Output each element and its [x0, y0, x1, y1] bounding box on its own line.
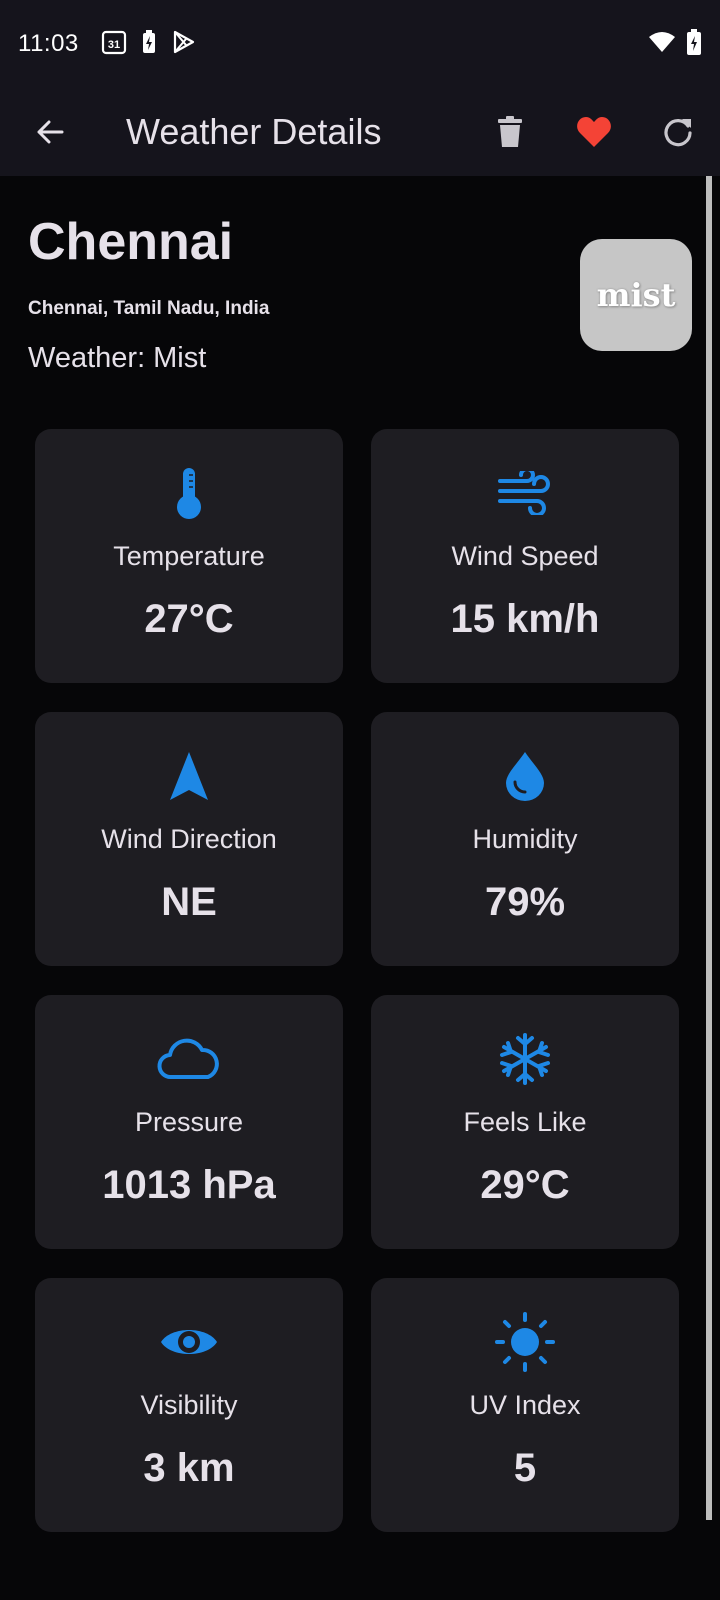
city-name: Chennai — [28, 213, 234, 271]
wind-direction-card: Wind Direction NE — [35, 712, 343, 966]
humidity-card: Humidity 79% — [371, 712, 679, 966]
feels-like-card: Feels Like 29°C — [371, 995, 679, 1249]
wind-speed-card: Wind Speed 15 km/h — [371, 429, 679, 683]
back-button[interactable] — [28, 110, 72, 154]
card-value: 5 — [513, 1446, 537, 1490]
cloud-icon — [35, 1029, 343, 1089]
wifi-icon — [648, 30, 676, 59]
card-value: 1013 hPa — [102, 1163, 276, 1207]
card-value: 29°C — [480, 1163, 570, 1207]
refresh-button[interactable] — [654, 108, 702, 156]
weather-details-content[interactable]: Chennai Chennai, Tamil Nadu, India Weath… — [0, 176, 720, 1600]
card-value: 79% — [484, 880, 566, 924]
condition-badge-text: mist — [596, 276, 676, 314]
visibility-card: Visibility 3 km — [35, 1278, 343, 1532]
card-label: Visibility — [140, 1390, 238, 1420]
status-bar: 11:03 31 — [0, 0, 720, 88]
status-notification-icons: 31 — [101, 29, 197, 60]
thermometer-icon — [35, 463, 343, 523]
heart-icon — [577, 117, 611, 147]
battery-icon — [686, 28, 702, 61]
water-drop-icon — [371, 746, 679, 806]
card-label: Humidity — [472, 824, 578, 854]
card-label: Temperature — [113, 541, 265, 571]
weather-value: Mist — [153, 342, 207, 374]
status-time: 11:03 — [18, 30, 79, 57]
page-title: Weather Details — [126, 111, 382, 152]
battery-saver-icon — [141, 29, 157, 60]
full-location: Chennai, Tamil Nadu, India — [28, 298, 270, 319]
card-label: UV Index — [469, 1390, 581, 1420]
arrow-left-icon — [37, 120, 64, 144]
navigation-arrow-icon — [35, 746, 343, 806]
card-label: Wind Speed — [451, 541, 599, 571]
trash-icon — [498, 116, 522, 147]
pressure-card: Pressure 1013 hPa — [35, 995, 343, 1249]
weather-prefix: Weather: — [28, 342, 146, 374]
calendar-icon: 31 — [101, 29, 127, 60]
card-label: Wind Direction — [101, 824, 277, 854]
weather-condition: Weather: Mist — [28, 342, 206, 375]
delete-button[interactable] — [486, 108, 534, 156]
favorite-button[interactable] — [570, 108, 618, 156]
scrollbar[interactable] — [706, 176, 712, 1520]
uv-index-card: UV Index 5 — [371, 1278, 679, 1532]
calendar-day: 31 — [108, 39, 120, 51]
card-label: Pressure — [134, 1107, 244, 1137]
weather-condition-image: mist — [580, 239, 692, 351]
temperature-card: Temperature 27°C — [35, 429, 343, 683]
sun-icon — [371, 1312, 679, 1372]
card-value: 3 km — [143, 1446, 235, 1490]
app-bar: Weather Details — [0, 88, 720, 176]
card-value: 15 km/h — [450, 597, 600, 641]
card-label: Feels Like — [463, 1107, 587, 1137]
refresh-icon — [664, 119, 692, 147]
eye-icon — [35, 1312, 343, 1372]
card-value: NE — [161, 880, 217, 924]
snowflake-icon — [371, 1029, 679, 1089]
wind-icon — [371, 463, 679, 523]
status-system-icons — [648, 28, 702, 61]
card-value: 27°C — [144, 597, 234, 641]
play-store-icon — [171, 29, 197, 60]
